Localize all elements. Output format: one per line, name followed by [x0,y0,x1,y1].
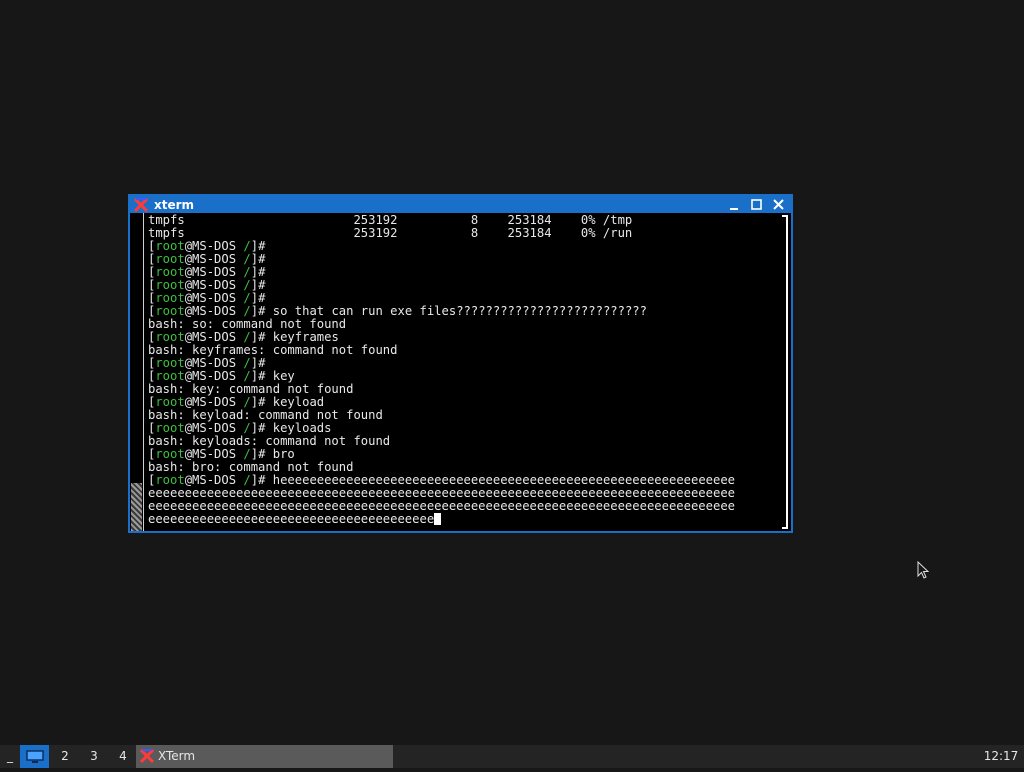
prompt-highlight: / [243,369,251,383]
terminal-text: @MS-DOS [184,304,244,318]
taskbar-minimize[interactable]: _ [4,745,16,768]
terminal-text: @MS-DOS [184,356,244,370]
terminal-text: @MS-DOS [184,447,244,461]
prompt-highlight: root [155,278,185,292]
terminal-text: bash: keyframes: command not found [148,343,398,357]
terminal-text: ]# heeeeeeeeeeeeeeeeeeeeeeeeeeeeeeeeeeee… [250,473,736,487]
desktop-3[interactable]: 3 [81,745,107,768]
prompt-highlight: root [155,304,185,318]
terminal-line: eeeeeeeeeeeeeeeeeeeeeeeeeeeeeeeeeeeeeee [148,513,791,526]
prompt-highlight: root [155,291,185,305]
prompt-highlight: / [243,304,251,318]
prompt-highlight: / [243,291,251,305]
terminal-text: ]# key [250,369,295,383]
desktop-2[interactable]: 2 [52,745,78,768]
terminal-text: bash: so: command not found [148,317,347,331]
prompt-highlight: root [155,265,185,279]
scrollbar-thumb[interactable] [131,483,142,531]
monitor-icon [25,750,44,763]
terminal-text: @MS-DOS [184,395,244,409]
terminal-text: eeeeeeeeeeeeeeeeeeeeeeeeeeeeeeeeeeeeeeee… [148,486,735,500]
xterm-window[interactable]: xterm tmpfs 253192 8 253184 0% /tmp tmpfs… [128,194,793,533]
x-logo-icon [134,198,148,212]
terminal-text: ]# keyframes [250,330,339,344]
prompt-highlight: / [243,330,251,344]
x-logo-icon [140,749,154,763]
terminal-text: eeeeeeeeeeeeeeeeeeeeeeeeeeeeeeeeeeeeeeee… [148,499,735,513]
text-cursor [434,513,442,525]
terminal-text: ]# [250,356,266,370]
terminal-output[interactable]: tmpfs 253192 8 253184 0% /tmp tmpfs 25319… [148,214,791,531]
prompt-highlight: / [243,239,251,253]
terminal-text: ]# [250,239,266,253]
prompt-highlight: root [155,239,185,253]
terminal-text: @MS-DOS [184,421,244,435]
terminal-area[interactable]: tmpfs 253192 8 253184 0% /tmp tmpfs 25319… [130,213,791,531]
prompt-highlight: root [155,473,185,487]
terminal-text: ]# bro [250,447,295,461]
terminal-text: ]# [250,265,266,279]
terminal-text: @MS-DOS [184,291,244,305]
terminal-text: ]# keyloads [250,421,332,435]
scrollbar[interactable] [130,213,144,531]
terminal-text: bash: keyload: command not found [148,408,383,422]
prompt-highlight: root [155,421,185,435]
prompt-highlight: / [243,265,251,279]
prompt-highlight: / [243,356,251,370]
prompt-highlight: root [155,369,185,383]
taskbar: _ 2 3 4 XTerm 12:17 [0,745,1024,768]
taskbar-task-label: XTerm [158,749,196,763]
prompt-highlight: / [243,252,251,266]
prompt-highlight: / [243,278,251,292]
clock[interactable]: 12:17 [981,745,1021,768]
terminal-text: ]# so that can run exe files????????????… [250,304,647,318]
taskbar-task-xterm[interactable]: XTerm [136,745,393,768]
window-titlebar[interactable]: xterm [130,196,791,213]
minimize-button[interactable] [727,197,743,213]
terminal-text: @MS-DOS [184,265,244,279]
prompt-highlight: root [155,330,185,344]
terminal-text: ]# keyload [250,395,325,409]
terminal-text: @MS-DOS [184,278,244,292]
terminal-text: @MS-DOS [184,473,244,487]
desktop-4[interactable]: 4 [110,745,136,768]
prompt-highlight: root [155,395,185,409]
terminal-text: bash: key: command not found [148,382,354,396]
prompt-highlight: / [243,421,251,435]
terminal-text: @MS-DOS [184,330,244,344]
terminal-text: bash: bro: command not found [148,460,354,474]
prompt-highlight: root [155,356,185,370]
terminal-text: ]# [250,291,266,305]
terminal-text: @MS-DOS [184,369,244,383]
prompt-highlight: / [243,473,251,487]
prompt-highlight: root [155,447,185,461]
maximize-button[interactable] [749,197,765,213]
mouse-cursor-icon [917,561,929,579]
terminal-text: eeeeeeeeeeeeeeeeeeeeeeeeeeeeeeeeeeeeeee [148,512,435,526]
terminal-text: bash: keyloads: command not found [148,434,391,448]
terminal-text: @MS-DOS [184,252,244,266]
terminal-text: ]# [250,278,266,292]
window-title: xterm [154,198,195,212]
window-border-marks [782,215,788,529]
terminal-text: @MS-DOS [184,239,244,253]
prompt-highlight: root [155,252,185,266]
prompt-highlight: / [243,395,251,409]
prompt-highlight: / [243,447,251,461]
terminal-text: tmpfs 253192 8 253184 0% /run [148,226,633,240]
terminal-text: ]# [250,252,266,266]
close-button[interactable] [771,197,787,213]
show-desktop-button[interactable] [20,745,49,768]
